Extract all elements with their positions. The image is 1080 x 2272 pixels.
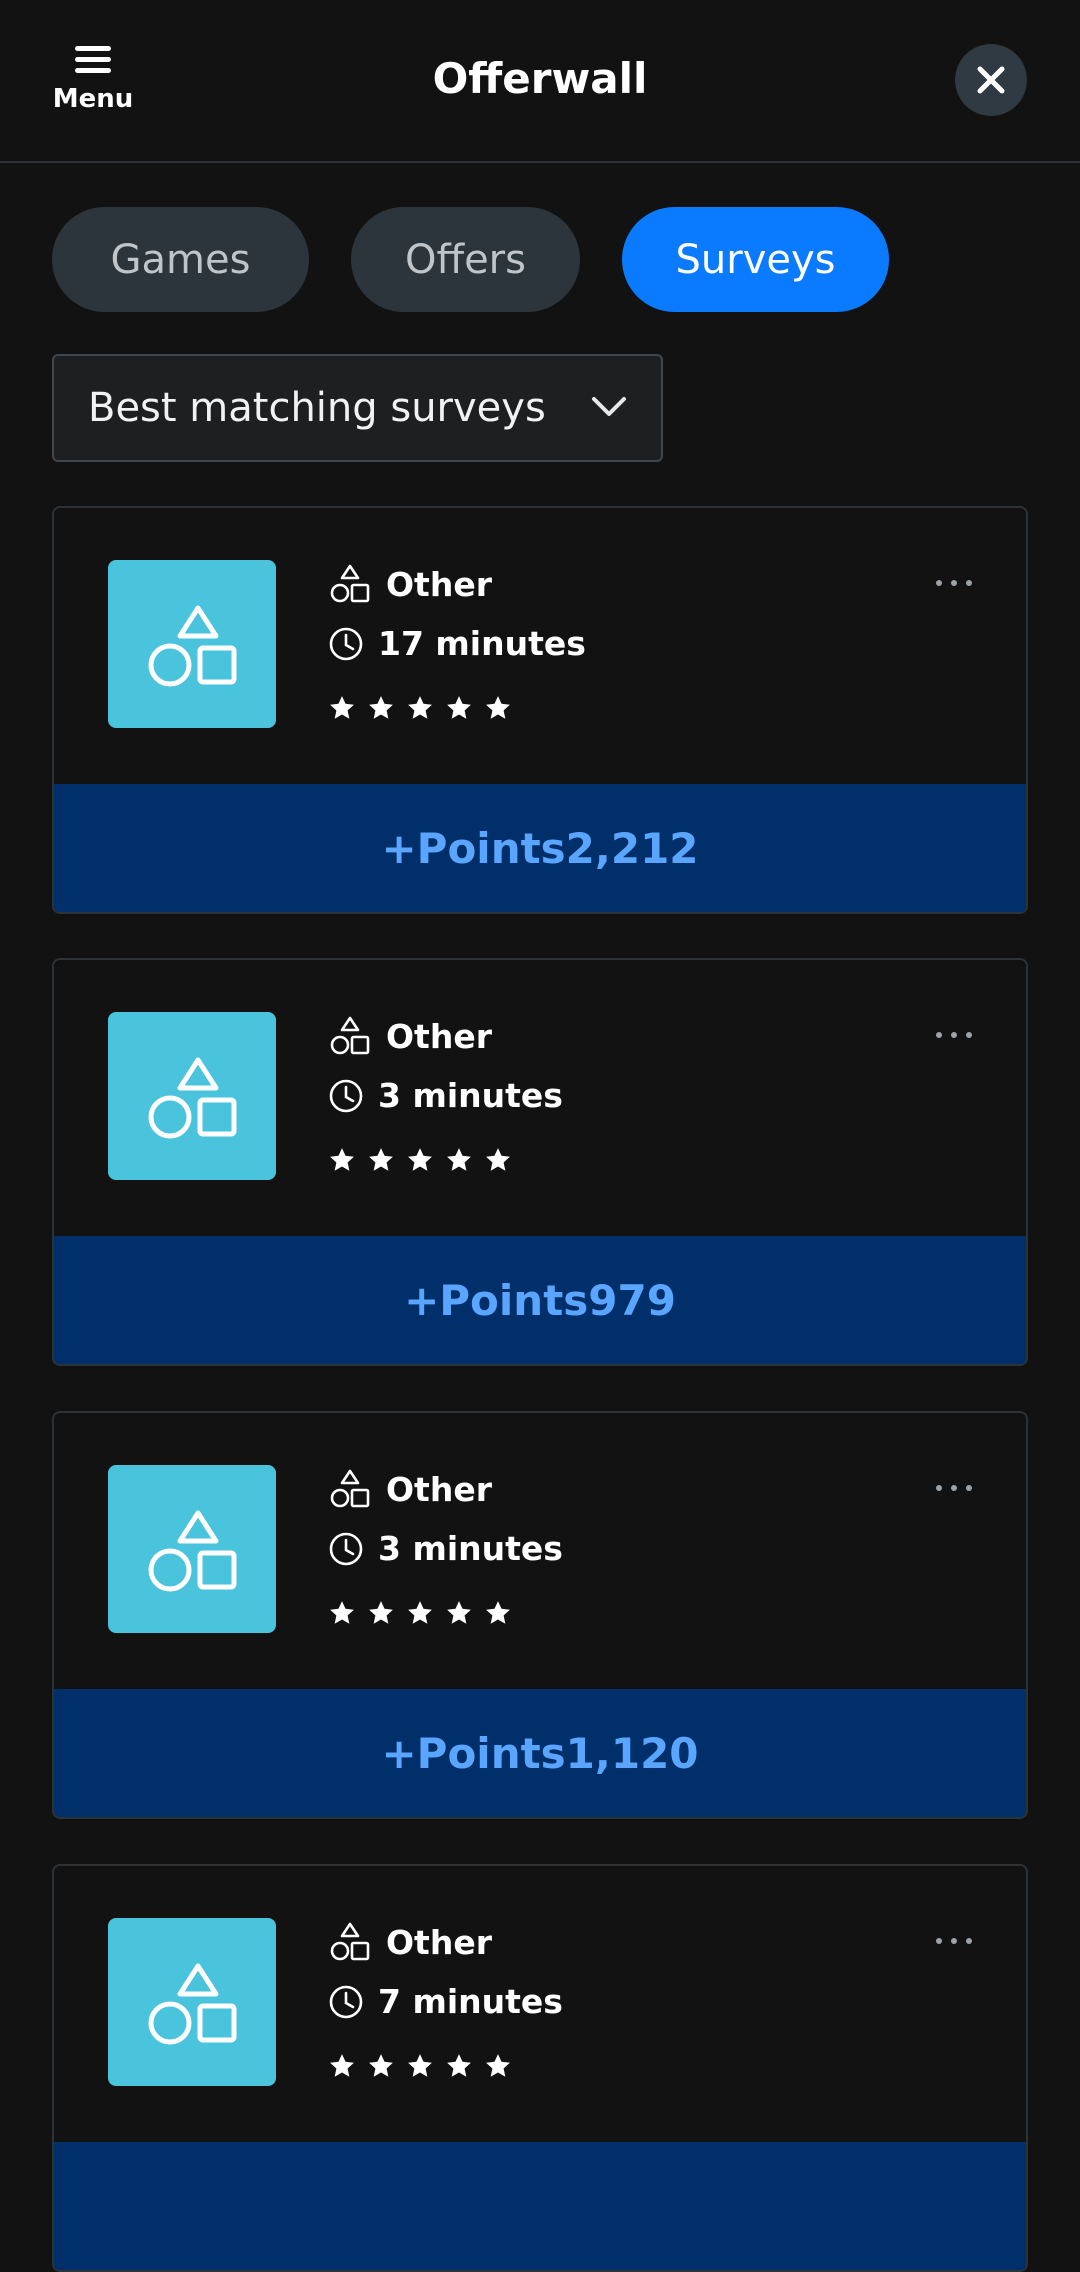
- star-icon: [447, 1148, 471, 1171]
- survey-duration: 3 minutes: [378, 1076, 563, 1115]
- survey-card[interactable]: Other 3 minutes +Points1,120: [52, 1411, 1028, 1819]
- category-icon: [330, 1469, 370, 1508]
- rating-stars: [328, 1146, 523, 1174]
- more-options-button[interactable]: [927, 580, 972, 586]
- close-button[interactable]: [955, 44, 1027, 116]
- survey-thumbnail: [108, 1465, 276, 1633]
- survey-category-row: Other: [328, 1920, 492, 1964]
- survey-duration-row: 7 minutes: [328, 1982, 563, 2021]
- star-icon: [486, 2054, 510, 2077]
- clock-icon: [329, 1079, 363, 1112]
- points-label: +Points979: [404, 1275, 676, 1325]
- survey-category: Other: [386, 1016, 492, 1056]
- tab-offers[interactable]: Offers: [351, 207, 580, 312]
- points-label: +Points1,120: [381, 1728, 699, 1778]
- shapes-icon: [148, 605, 237, 687]
- survey-category-row: Other: [328, 1467, 492, 1511]
- survey-duration-row: 17 minutes: [328, 624, 586, 663]
- chevron-down-icon: [592, 397, 626, 416]
- star-icon: [447, 2054, 471, 2077]
- sort-dropdown[interactable]: Best matching surveys: [52, 354, 663, 462]
- page-title: Offerwall: [432, 54, 648, 103]
- shapes-icon: [148, 1510, 237, 1592]
- survey-category-row: Other: [328, 1014, 492, 1058]
- star-icon: [408, 696, 432, 719]
- star-icon: [486, 696, 510, 719]
- star-icon: [369, 1148, 393, 1171]
- survey-card[interactable]: Other 3 minutes +Points979: [52, 958, 1028, 1366]
- survey-thumbnail: [108, 560, 276, 728]
- more-options-button[interactable]: [927, 1032, 972, 1038]
- rating-stars: [328, 2052, 523, 2080]
- survey-category-row: Other: [328, 562, 492, 606]
- survey-thumbnail: [108, 1918, 276, 2086]
- star-icon: [447, 696, 471, 719]
- survey-category: Other: [386, 1922, 492, 1962]
- survey-category: Other: [386, 564, 492, 604]
- survey-category: Other: [386, 1469, 492, 1509]
- shapes-icon: [148, 1057, 237, 1139]
- survey-duration: 7 minutes: [378, 1982, 563, 2021]
- clock-icon: [329, 1985, 363, 2018]
- points-reward-button[interactable]: +Points1,120: [54, 1689, 1026, 1817]
- more-options-button[interactable]: [927, 1938, 972, 1944]
- points-reward-button[interactable]: [54, 2142, 1026, 2270]
- sort-dropdown-value: Best matching surveys: [88, 385, 546, 431]
- tab-games[interactable]: Games: [52, 207, 309, 312]
- points-reward-button[interactable]: +Points2,212: [54, 784, 1026, 912]
- points-label: +Points2,212: [381, 823, 699, 873]
- survey-duration: 3 minutes: [378, 1529, 563, 1568]
- star-icon: [408, 1148, 432, 1171]
- tab-surveys[interactable]: Surveys: [622, 207, 889, 312]
- star-icon: [369, 1601, 393, 1624]
- star-icon: [486, 1601, 510, 1624]
- close-icon: [977, 66, 1005, 94]
- star-icon: [408, 1601, 432, 1624]
- rating-stars: [328, 1599, 523, 1627]
- star-icon: [369, 696, 393, 719]
- points-reward-button[interactable]: +Points979: [54, 1236, 1026, 1364]
- star-icon: [369, 2054, 393, 2077]
- more-options-button[interactable]: [927, 1485, 972, 1491]
- clock-icon: [329, 627, 363, 660]
- survey-thumbnail: [108, 1012, 276, 1180]
- survey-duration: 17 minutes: [378, 624, 586, 663]
- star-icon: [447, 1601, 471, 1624]
- category-icon: [330, 1922, 370, 1961]
- rating-stars: [328, 694, 523, 722]
- star-icon: [486, 1148, 510, 1171]
- category-icon: [330, 564, 370, 603]
- category-icon: [330, 1016, 370, 1055]
- header: Menu Offerwall: [0, 0, 1080, 163]
- survey-duration-row: 3 minutes: [328, 1076, 563, 1115]
- shapes-icon: [148, 1963, 237, 2045]
- star-icon: [408, 2054, 432, 2077]
- star-icon: [330, 1148, 354, 1171]
- survey-duration-row: 3 minutes: [328, 1529, 563, 1568]
- clock-icon: [329, 1532, 363, 1565]
- star-icon: [330, 2054, 354, 2077]
- survey-card[interactable]: Other 7 minutes: [52, 1864, 1028, 2272]
- star-icon: [330, 1601, 354, 1624]
- survey-card[interactable]: Other 17 minutes +Points2,212: [52, 506, 1028, 914]
- star-icon: [330, 696, 354, 719]
